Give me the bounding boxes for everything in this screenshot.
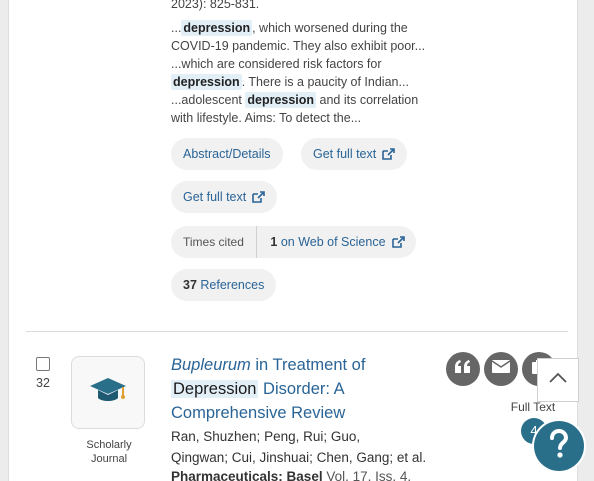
get-full-text-link-2[interactable]: Get full text — [171, 181, 278, 215]
graduation-cap-icon — [88, 374, 128, 411]
chevron-up-icon — [548, 371, 568, 389]
cite-button[interactable] — [446, 352, 480, 386]
result-authors: Ran, Shuzhen; Peng, Rui; Guo, Qingwan; C… — [171, 429, 427, 465]
references-link[interactable]: 37 References — [171, 269, 277, 301]
external-link-icon — [391, 228, 405, 260]
snippet-line: depression. There is a paucity of Indian… — [171, 74, 409, 90]
email-button[interactable] — [484, 352, 518, 386]
select-result-checkbox[interactable] — [36, 357, 50, 371]
external-link-icon — [252, 183, 266, 215]
result-number: 32 — [36, 376, 50, 390]
email-icon — [491, 360, 511, 378]
snippet-block: ... depression, which worsened during the… — [171, 19, 425, 127]
journal-name: Pharmaceuticals; Basel — [171, 469, 323, 481]
snippet-line: ...adolescent depression and its correla… — [171, 92, 419, 108]
times-cited-group: Times cited 1 on Web of Science — [171, 226, 416, 258]
source-type-label: Scholarly Journal — [86, 439, 132, 465]
help-icon — [548, 428, 570, 464]
help-button[interactable] — [534, 421, 584, 471]
snippet-line: COVID-19 pandemic. They also exhibit poo… — [171, 39, 426, 53]
result-journal: Pharmaceuticals; Basel Vol. 17, Iss. 4, — [171, 468, 411, 481]
snippet-line: ...which are considered risk factors for — [171, 57, 382, 71]
abstract-details-link[interactable]: Abstract/Details — [171, 138, 283, 170]
scroll-to-top-button[interactable] — [537, 358, 579, 402]
quote-icon — [454, 359, 472, 379]
get-full-text-link[interactable]: Get full text — [301, 138, 408, 172]
times-cited-label: Times cited — [171, 226, 257, 258]
citation-tail: 2023): 825-831. — [171, 0, 260, 11]
result-title-link[interactable]: Bupleurum in Treatment of Depression Dis… — [171, 353, 365, 425]
snippet-line: with lifestyle. Aims: To detect the... — [171, 111, 362, 125]
scholarly-journal-thumbnail[interactable] — [71, 356, 145, 429]
result-divider — [26, 331, 568, 332]
full-text-label: Full Text — [510, 400, 556, 414]
web-of-science-link[interactable]: 1 on Web of Science — [260, 226, 405, 260]
external-link-icon — [382, 140, 396, 172]
snippet-line: ... depression, which worsened during the — [171, 20, 408, 36]
